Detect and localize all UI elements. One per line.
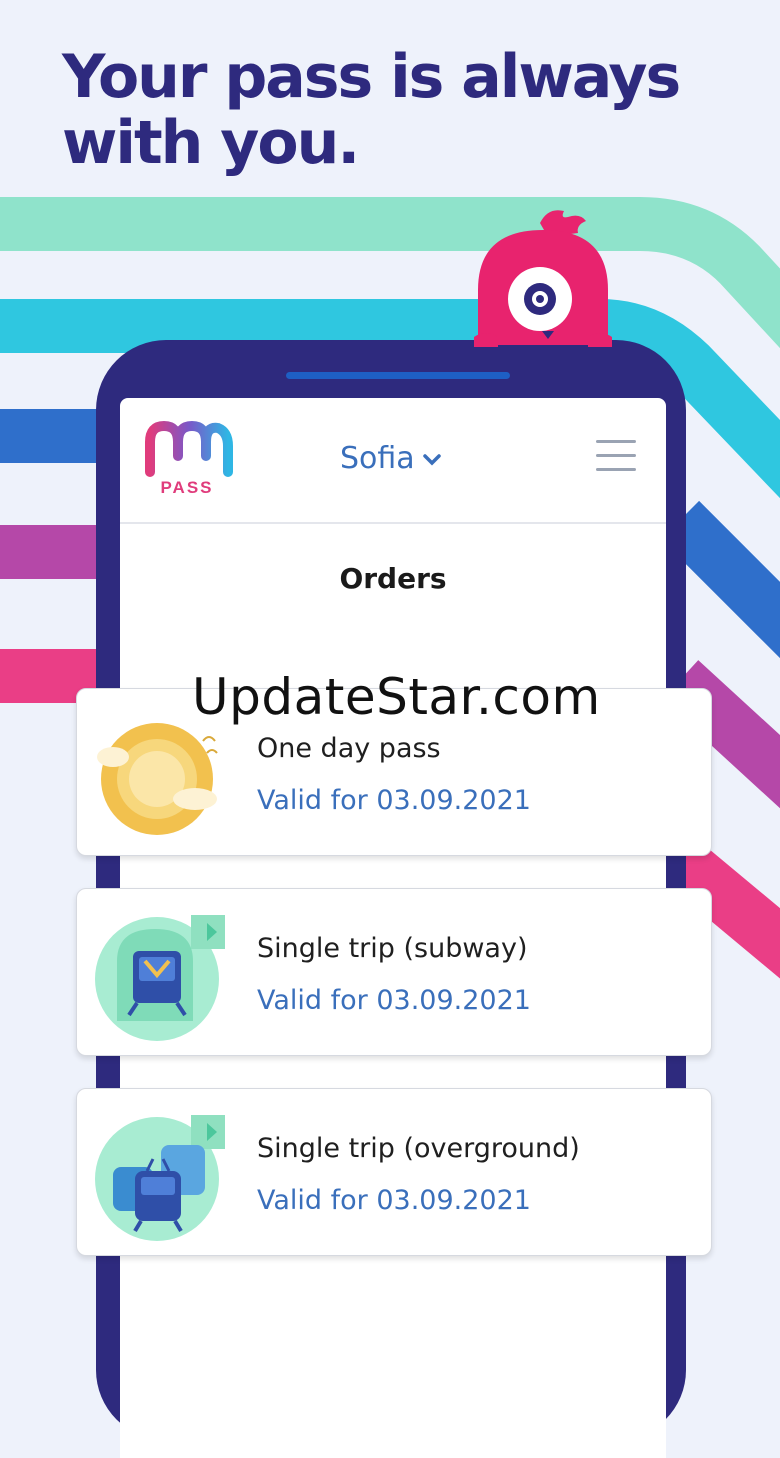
app-logo[interactable]: PASS [140,416,238,500]
headline: Your pass is always with you. [62,42,681,178]
ticket-name: One day pass [257,733,441,764]
watermark: UpdateStar.com [192,668,601,726]
ticket-validity: Valid for 03.09.2021 [257,985,531,1016]
app-header: PASS Sofia [120,398,666,524]
logo-text: PASS [160,478,214,497]
city-name: Sofia [340,440,415,476]
chevron-down-icon [422,454,441,466]
city-selector[interactable]: Sofia [340,438,441,478]
ticket-validity: Valid for 03.09.2021 [257,1185,531,1216]
ticket-card-overground[interactable]: Single trip (overground) Valid for 03.09… [76,1088,712,1256]
subway-ticket-icon [95,915,225,1041]
mascot-illustration [474,210,612,347]
phone-speaker [286,372,510,379]
logo-m-icon [145,420,233,477]
ticket-card-subway[interactable]: Single trip (subway) Valid for 03.09.202… [76,888,712,1056]
ticket-name: Single trip (overground) [257,1133,580,1164]
overground-ticket-icon [95,1115,225,1241]
sun-icon [97,723,218,835]
hamburger-menu-icon[interactable] [596,440,636,472]
page-title: Orders [339,562,447,595]
ticket-validity: Valid for 03.09.2021 [257,785,531,816]
ticket-name: Single trip (subway) [257,933,528,964]
